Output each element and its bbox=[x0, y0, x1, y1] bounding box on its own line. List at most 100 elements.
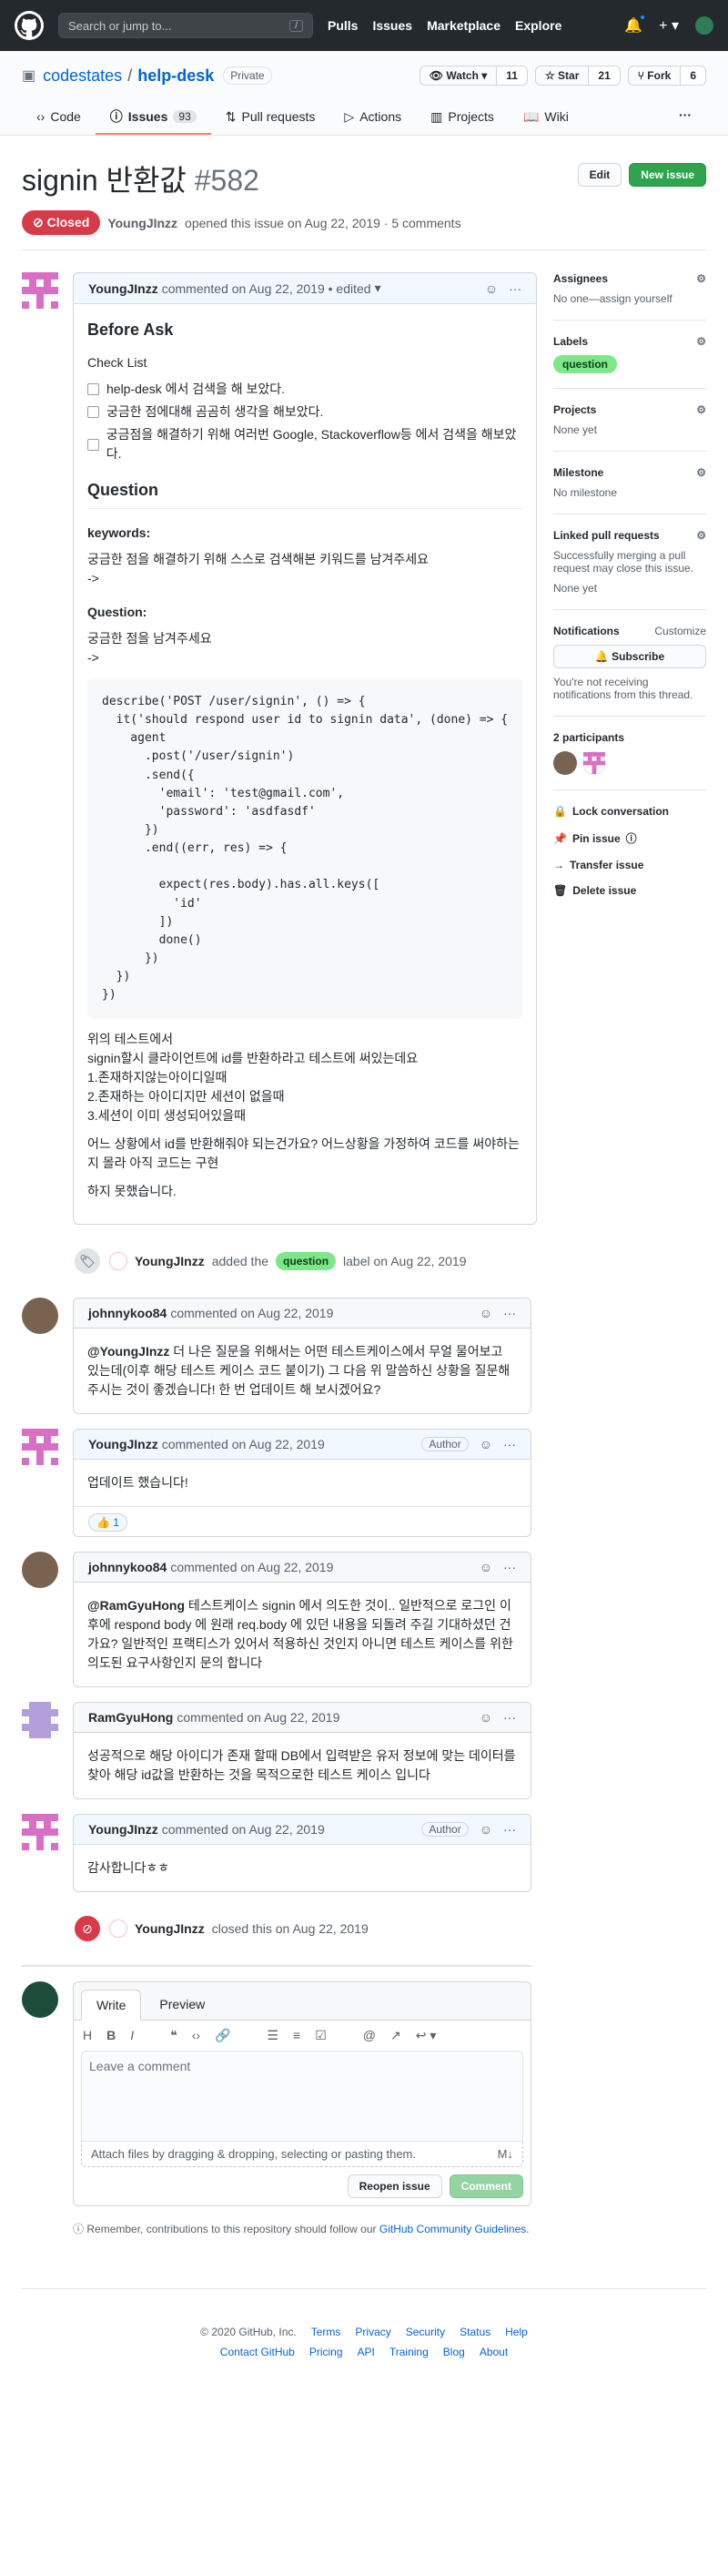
task-checkbox[interactable] bbox=[87, 406, 99, 418]
gear-icon[interactable]: ⚙ bbox=[696, 403, 706, 416]
avatar[interactable] bbox=[22, 272, 58, 309]
avatar[interactable] bbox=[22, 1552, 58, 1589]
repo-owner-link[interactable]: codestates bbox=[43, 66, 122, 86]
comment-author-link[interactable]: YoungJInzz bbox=[88, 1822, 158, 1837]
cross-reference-icon[interactable]: ↗ bbox=[390, 2028, 401, 2043]
footer-link-training[interactable]: Training bbox=[389, 2346, 429, 2358]
add-reaction-icon[interactable]: ☺ bbox=[480, 1710, 492, 1725]
avatar[interactable] bbox=[22, 1702, 58, 1739]
avatar[interactable] bbox=[22, 1981, 58, 2019]
comment-button[interactable]: Comment bbox=[449, 2174, 523, 2199]
footer-link-api[interactable]: API bbox=[358, 2346, 375, 2358]
numbered-list-icon[interactable]: ≡ bbox=[293, 2028, 300, 2043]
watch-button[interactable]: 👁 Watch ▾ bbox=[419, 66, 498, 86]
question-label-badge[interactable]: question bbox=[553, 355, 617, 373]
comment-author-link[interactable]: johnnykoo84 bbox=[88, 1306, 167, 1320]
comment-author-link[interactable]: RamGyuHong bbox=[88, 1710, 173, 1725]
avatar[interactable] bbox=[553, 751, 577, 775]
fork-count[interactable]: 6 bbox=[681, 66, 706, 86]
customize-link[interactable]: Customize bbox=[654, 625, 706, 637]
repo-name-link[interactable]: help-desk bbox=[137, 66, 214, 86]
tab-pull-requests[interactable]: ⇅ Pull requests bbox=[211, 100, 330, 135]
thumbs-up-reaction[interactable]: 👍 1 bbox=[88, 1513, 127, 1532]
quote-icon[interactable]: ❝ bbox=[170, 2028, 177, 2043]
subscribe-button[interactable]: 🔔 Subscribe bbox=[553, 645, 706, 668]
nav-explore[interactable]: Explore bbox=[515, 18, 561, 33]
kebab-menu-icon[interactable]: ··· bbox=[503, 1437, 516, 1451]
add-reaction-icon[interactable]: ☺ bbox=[480, 1560, 492, 1574]
add-reaction-icon[interactable]: ☺ bbox=[485, 281, 498, 296]
avatar[interactable] bbox=[22, 1298, 58, 1335]
add-reaction-icon[interactable]: ☺ bbox=[480, 1822, 492, 1837]
notifications-bell-icon[interactable]: 🔔 bbox=[624, 14, 647, 35]
reopen-issue-button[interactable]: Reopen issue bbox=[347, 2174, 442, 2199]
kebab-menu-icon[interactable]: ··· bbox=[509, 281, 521, 296]
tab-issues[interactable]: ⓘ Issues 93 bbox=[95, 100, 211, 135]
avatar[interactable] bbox=[109, 1919, 127, 1939]
kebab-menu-icon[interactable]: ··· bbox=[503, 1560, 516, 1574]
avatar[interactable] bbox=[22, 1814, 58, 1851]
bold-icon[interactable]: B bbox=[106, 2028, 116, 2043]
comment-author-link[interactable]: johnnykoo84 bbox=[88, 1560, 167, 1574]
avatar[interactable] bbox=[22, 1429, 58, 1466]
fork-button[interactable]: ⑂ Fork bbox=[627, 66, 682, 86]
mention-icon[interactable]: @ bbox=[363, 2028, 376, 2043]
avatar[interactable] bbox=[109, 1252, 127, 1271]
footer-link-contact[interactable]: Contact GitHub bbox=[220, 2346, 295, 2358]
user-mention-link[interactable]: @YoungJInzz bbox=[87, 1344, 169, 1359]
task-list-icon[interactable]: ☑ bbox=[315, 2028, 327, 2043]
comment-author-link[interactable]: YoungJInzz bbox=[88, 1437, 158, 1451]
tab-write[interactable]: Write bbox=[81, 1990, 142, 2021]
add-reaction-icon[interactable]: ☺ bbox=[480, 1306, 492, 1320]
watch-count[interactable]: 11 bbox=[497, 66, 528, 86]
github-logo-icon[interactable] bbox=[15, 11, 44, 40]
star-button[interactable]: ☆ Star bbox=[534, 66, 590, 86]
gear-icon[interactable]: ⚙ bbox=[696, 272, 706, 285]
add-reaction-icon[interactable]: ☺ bbox=[480, 1437, 492, 1451]
footer-link-security[interactable]: Security bbox=[406, 2326, 445, 2338]
gear-icon[interactable]: ⚙ bbox=[696, 466, 706, 479]
user-avatar[interactable] bbox=[695, 16, 713, 35]
task-checkbox[interactable] bbox=[87, 383, 99, 395]
kebab-menu-icon[interactable]: ··· bbox=[503, 1822, 516, 1837]
footer-link-help[interactable]: Help bbox=[505, 2326, 528, 2338]
kebab-menu-icon[interactable]: ··· bbox=[503, 1306, 516, 1320]
edit-button[interactable]: Edit bbox=[577, 163, 622, 187]
code-icon[interactable]: ‹› bbox=[192, 2028, 200, 2043]
lock-conversation-link[interactable]: 🔒 Lock conversation bbox=[553, 805, 706, 818]
heading-icon[interactable]: H bbox=[83, 2028, 92, 2043]
comment-author-link[interactable]: YoungJInzz bbox=[88, 281, 158, 296]
gear-icon[interactable]: ⚙ bbox=[696, 529, 706, 542]
footer-link-status[interactable]: Status bbox=[460, 2326, 490, 2338]
tab-code[interactable]: ‹› Code bbox=[22, 100, 96, 135]
nav-marketplace[interactable]: Marketplace bbox=[427, 18, 500, 33]
footer-link-about[interactable]: About bbox=[480, 2346, 508, 2358]
issue-author-link[interactable]: YoungJInzz bbox=[107, 216, 177, 230]
search-input[interactable]: Search or jump to... / bbox=[58, 13, 313, 38]
delete-issue-link[interactable]: 🗑 Delete issue bbox=[553, 884, 706, 897]
transfer-issue-link[interactable]: → Transfer issue bbox=[553, 859, 706, 871]
event-actor-link[interactable]: YoungJInzz bbox=[135, 1921, 205, 1936]
pin-issue-link[interactable]: 📌 Pin issue ⓘ bbox=[553, 830, 706, 846]
new-issue-button[interactable]: New issue bbox=[629, 163, 706, 187]
create-new-icon[interactable]: + ▾ bbox=[659, 16, 679, 35]
question-label-badge[interactable]: question bbox=[276, 1252, 337, 1271]
bullet-list-icon[interactable]: ☰ bbox=[267, 2028, 278, 2043]
attach-files-area[interactable]: Attach files by dragging & dropping, sel… bbox=[81, 2142, 523, 2168]
star-count[interactable]: 21 bbox=[589, 66, 621, 86]
more-tabs-button[interactable]: ··· bbox=[664, 100, 706, 135]
avatar[interactable] bbox=[582, 751, 606, 775]
user-mention-link[interactable]: @RamGyuHong bbox=[87, 1598, 185, 1613]
footer-link-terms[interactable]: Terms bbox=[311, 2326, 341, 2338]
community-guidelines-link[interactable]: GitHub Community Guidelines. bbox=[379, 2223, 530, 2235]
tab-wiki[interactable]: 📖 Wiki bbox=[509, 100, 583, 135]
italic-icon[interactable]: I bbox=[130, 2028, 134, 2043]
link-icon[interactable]: 🔗 bbox=[215, 2028, 230, 2043]
assignees-value[interactable]: No one—assign yourself bbox=[553, 292, 706, 305]
edited-dropdown-icon[interactable]: ▾ bbox=[375, 280, 381, 296]
comment-textarea[interactable]: Leave a comment bbox=[81, 2051, 523, 2143]
tab-preview[interactable]: Preview bbox=[145, 1990, 219, 2020]
nav-pulls[interactable]: Pulls bbox=[328, 18, 358, 33]
event-actor-link[interactable]: YoungJInzz bbox=[135, 1254, 205, 1268]
tab-actions[interactable]: ▷ Actions bbox=[329, 100, 416, 135]
